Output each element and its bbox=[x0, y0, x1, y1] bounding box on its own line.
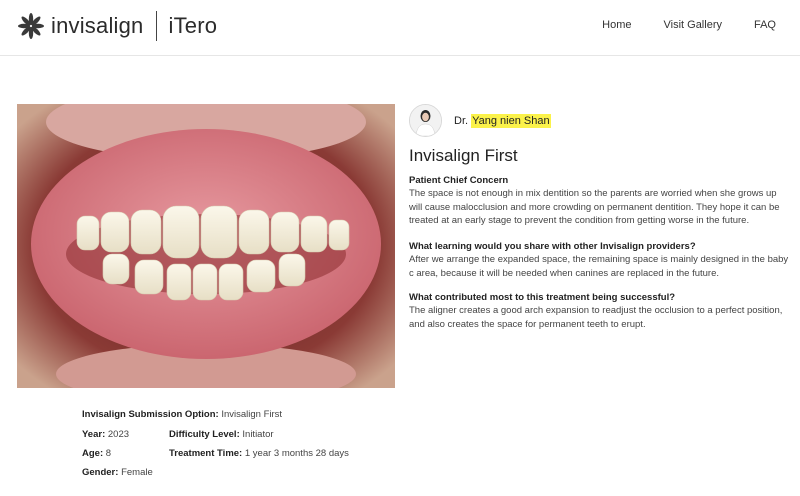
nav-home[interactable]: Home bbox=[602, 19, 631, 31]
doctor-avatar bbox=[409, 104, 442, 137]
case-photo bbox=[17, 104, 395, 388]
nav-faq[interactable]: FAQ bbox=[754, 19, 776, 31]
detail-label: Invisalign Submission Option: bbox=[82, 409, 219, 420]
case-title: Invisalign First bbox=[409, 146, 518, 165]
teeth-photo-illustration bbox=[17, 104, 395, 388]
detail-label: Year: bbox=[82, 429, 106, 440]
detail-year: Year: 2023 bbox=[82, 429, 129, 440]
detail-value: Invisalign First bbox=[221, 409, 283, 420]
doctor-name: Dr. Yang nien Shan bbox=[454, 113, 551, 128]
detail-value: Female bbox=[121, 467, 153, 478]
detail-submission-option: Invisalign Submission Option: Invisalign… bbox=[82, 409, 282, 420]
section-chief-concern: Patient Chief Concern The space is not e… bbox=[409, 174, 789, 228]
brand-name: invisalign bbox=[51, 13, 144, 38]
section-success-factors: What contributed most to this treatment … bbox=[409, 291, 789, 331]
detail-value: Initiator bbox=[242, 429, 274, 440]
invisalign-star-icon bbox=[18, 13, 44, 39]
site-header: invisalign iTero Home Visit Gallery FAQ bbox=[0, 0, 800, 56]
section-body: After we arrange the expanded space, the… bbox=[409, 254, 789, 279]
detail-label: Age: bbox=[82, 448, 104, 459]
partner-brand-name: iTero bbox=[168, 13, 218, 38]
section-heading: What contributed most to this treatment … bbox=[409, 292, 676, 303]
section-learning: What learning would you share with other… bbox=[409, 240, 789, 280]
detail-value: 2023 bbox=[107, 429, 130, 440]
detail-gender: Gender: Female bbox=[82, 467, 153, 478]
section-heading: Patient Chief Concern bbox=[409, 175, 509, 186]
doctor-name-highlight: Yang nien Shan bbox=[471, 113, 551, 128]
avatar-person-icon bbox=[410, 105, 441, 136]
detail-difficulty: Difficulty Level: Initiator bbox=[169, 429, 274, 440]
detail-value: 8 bbox=[105, 448, 112, 459]
doctor-prefix: Dr. bbox=[454, 114, 469, 127]
doctor-info: Dr. Yang nien Shan bbox=[409, 104, 551, 137]
nav-visit-gallery[interactable]: Visit Gallery bbox=[664, 19, 722, 31]
section-heading: What learning would you share with other… bbox=[409, 241, 696, 252]
detail-label: Difficulty Level: bbox=[169, 429, 240, 440]
section-body: The space is not enough in mix dentition… bbox=[409, 188, 780, 226]
brand-logo[interactable]: invisalign iTero bbox=[17, 10, 217, 42]
detail-label: Gender: bbox=[82, 467, 119, 478]
main-nav: Home Visit Gallery FAQ bbox=[570, 19, 776, 31]
detail-value: 1 year 3 months 28 days bbox=[244, 448, 349, 459]
brand-divider bbox=[155, 11, 157, 41]
section-body: The aligner creates a good arch expansio… bbox=[409, 305, 783, 330]
detail-age: Age: 8 bbox=[82, 448, 111, 459]
detail-label: Treatment Time: bbox=[169, 448, 243, 459]
detail-treatment-time: Treatment Time: 1 year 3 months 28 days bbox=[169, 448, 349, 459]
